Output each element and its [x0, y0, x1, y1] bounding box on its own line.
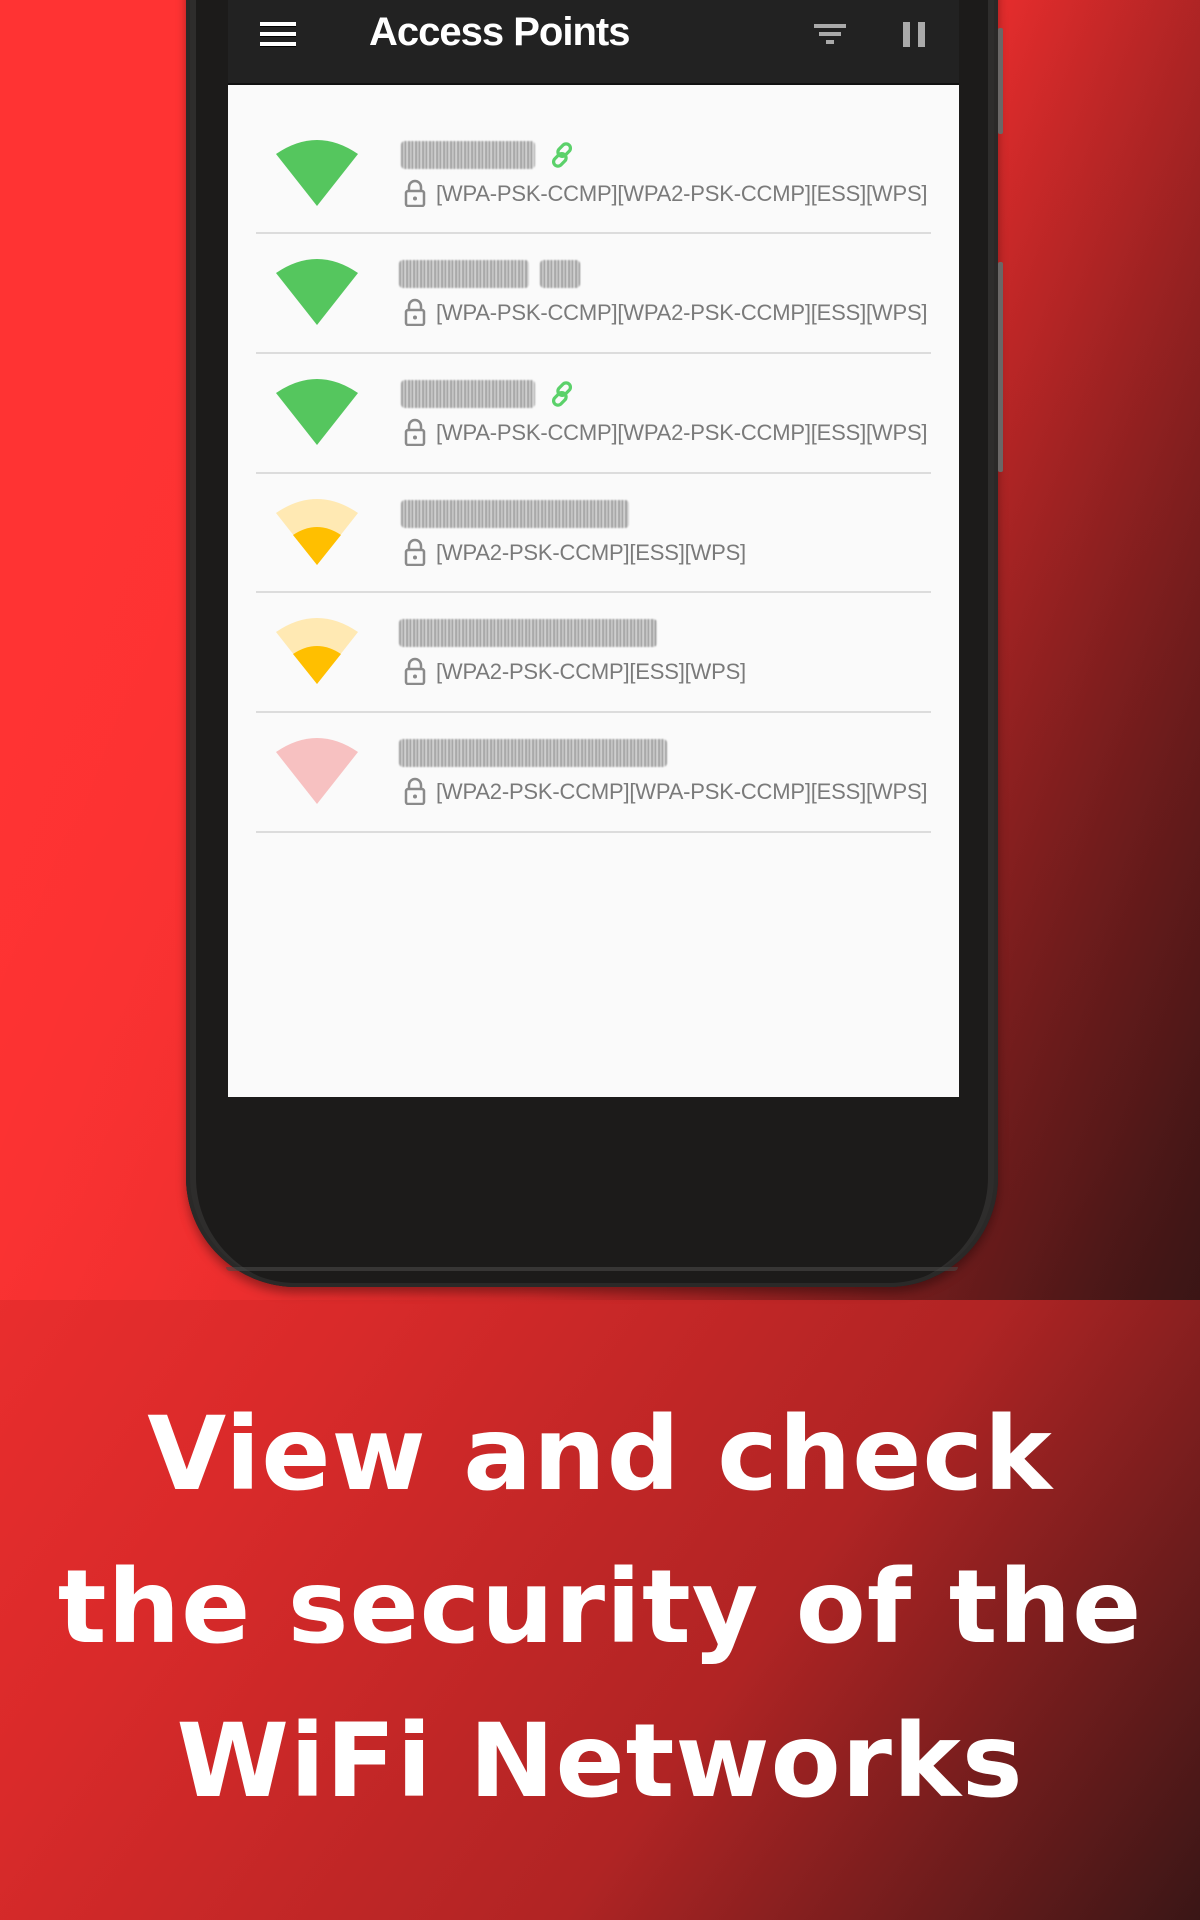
ssid-blurred-suffix: [540, 260, 580, 288]
caption-line-1: View and check: [147, 1395, 1053, 1514]
pause-icon[interactable]: [903, 22, 927, 48]
lock-icon: [404, 298, 426, 326]
wifi-signal-strong-icon: [276, 379, 358, 445]
security-capabilities: [WPA2-PSK-CCMP][ESS][WPS]: [436, 659, 746, 684]
caption-line-3: WiFi Networks: [176, 1702, 1024, 1821]
ssid-blurred: [401, 141, 535, 169]
page-title: Access Points: [369, 10, 630, 54]
wifi-signal-strong-icon: [276, 259, 358, 325]
security-capabilities: [WPA-PSK-CCMP][WPA2-PSK-CCMP][ESS][WPS]: [436, 420, 928, 445]
wifi-signal-none-icon: [276, 738, 358, 804]
connected-link-icon: [551, 142, 573, 168]
security-capabilities: [WPA2-PSK-CCMP][ESS][WPS]: [436, 540, 746, 565]
security-capabilities: [WPA-PSK-CCMP][WPA2-PSK-CCMP][ESS][WPS]: [436, 300, 928, 325]
phone-rim: [226, 1267, 958, 1271]
access-point-row[interactable]: [WPA-PSK-CCMP][WPA2-PSK-CCMP][ESS][WPS]: [256, 354, 931, 474]
ssid-blurred: [399, 619, 657, 647]
ssid-blurred: [399, 739, 667, 767]
ssid-blurred: [401, 500, 629, 528]
lock-icon: [404, 418, 426, 446]
lock-icon: [404, 777, 426, 805]
wifi-signal-strong-icon: [276, 140, 358, 206]
ssid-blurred: [399, 260, 529, 288]
ssid-blurred: [401, 380, 535, 408]
lock-icon: [404, 538, 426, 566]
access-point-row[interactable]: [WPA-PSK-CCMP][WPA2-PSK-CCMP][ESS][WPS]: [256, 234, 931, 354]
access-point-list: [WPA-PSK-CCMP][WPA2-PSK-CCMP][ESS][WPS] …: [256, 115, 931, 833]
security-capabilities: [WPA-PSK-CCMP][WPA2-PSK-CCMP][ESS][WPS]: [436, 181, 928, 206]
security-capabilities: [WPA2-PSK-CCMP][WPA-PSK-CCMP][ESS][WPS]: [436, 779, 928, 804]
phone-screen: Access Points [WPA-PSK-CCMP][WPA2-PSK-CC…: [228, 0, 959, 1097]
caption-line-2: the security of the: [57, 1548, 1143, 1667]
access-point-row[interactable]: [WPA2-PSK-CCMP][WPA-PSK-CCMP][ESS][WPS]: [256, 713, 931, 833]
wifi-signal-weak-icon: [276, 499, 358, 565]
lock-icon: [404, 657, 426, 685]
app-bar: Access Points: [228, 0, 959, 85]
access-point-row[interactable]: [WPA2-PSK-CCMP][ESS][WPS]: [256, 593, 931, 713]
access-point-row[interactable]: [WPA-PSK-CCMP][WPA2-PSK-CCMP][ESS][WPS]: [256, 115, 931, 234]
phone-side-button: [998, 28, 1003, 134]
access-point-row[interactable]: [WPA2-PSK-CCMP][ESS][WPS]: [256, 474, 931, 593]
hamburger-menu-icon[interactable]: [260, 22, 296, 48]
lock-icon: [404, 179, 426, 207]
wifi-signal-weak-icon: [276, 618, 358, 684]
filter-icon[interactable]: [814, 22, 848, 48]
connected-link-icon: [551, 381, 573, 407]
phone-side-button: [998, 262, 1003, 472]
